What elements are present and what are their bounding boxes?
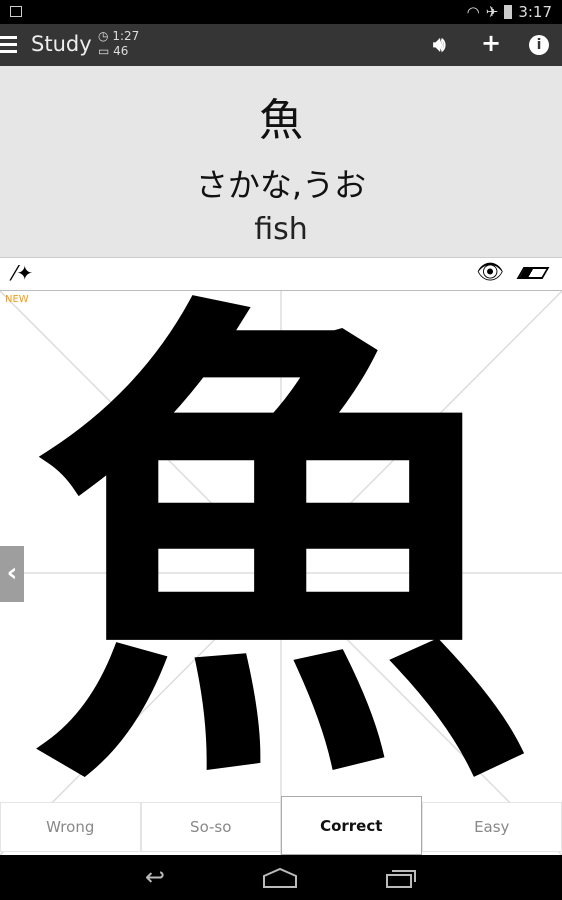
- clock-icon: ◷: [98, 29, 109, 43]
- back-icon[interactable]: ↩: [145, 863, 165, 891]
- speaker-icon[interactable]: 🔊︎: [433, 32, 446, 56]
- add-icon[interactable]: +: [481, 29, 501, 57]
- so-so-button[interactable]: So-so: [140, 802, 281, 852]
- eye-icon[interactable]: 👁︎: [476, 260, 504, 285]
- wrong-button[interactable]: Wrong: [0, 802, 141, 852]
- magic-wand-icon[interactable]: ⁄✦: [13, 261, 33, 285]
- stroke-character: 魚: [31, 291, 531, 844]
- eraser-icon[interactable]: [516, 267, 550, 279]
- correct-button[interactable]: Correct: [281, 796, 422, 855]
- card-meaning: fish: [254, 212, 308, 247]
- action-bar: Study ◷ 1:27 ▭ 46 🔊︎ + i: [0, 24, 562, 66]
- card-count: 46: [113, 44, 129, 58]
- airplane-icon: ✈: [485, 3, 499, 21]
- grade-buttons: Wrong So-so Correct Easy: [0, 796, 562, 855]
- new-badge: NEW: [5, 294, 29, 305]
- drawing-tools: ⁄✦ 👁︎: [0, 257, 562, 291]
- recents-icon[interactable]: [385, 867, 417, 889]
- info-icon[interactable]: i: [529, 35, 549, 55]
- page-title: Study: [31, 32, 92, 56]
- session-stats: ◷ 1:27 ▭ 46: [98, 29, 139, 59]
- card-kanji: 魚: [259, 95, 303, 146]
- clock: 3:17: [518, 3, 552, 21]
- status-bar: ◠ ✈ 3:17: [0, 0, 562, 24]
- navigation-bar: ↩: [0, 855, 562, 900]
- image-icon: [10, 6, 22, 17]
- flashcard: 魚 さかな,うお fish: [0, 66, 562, 257]
- easy-button[interactable]: Easy: [421, 802, 562, 852]
- battery-icon: [504, 5, 513, 19]
- drawing-canvas[interactable]: 魚 NEW ‹: [0, 291, 562, 855]
- card-reading: さかな,うお: [195, 166, 367, 204]
- home-icon[interactable]: [262, 867, 298, 889]
- timer: 1:27: [112, 29, 140, 43]
- chevron-left-icon[interactable]: ‹: [0, 546, 24, 602]
- menu-icon[interactable]: [0, 36, 17, 53]
- inbox-icon: ▭: [98, 44, 110, 58]
- wifi-icon: ◠: [466, 3, 480, 21]
